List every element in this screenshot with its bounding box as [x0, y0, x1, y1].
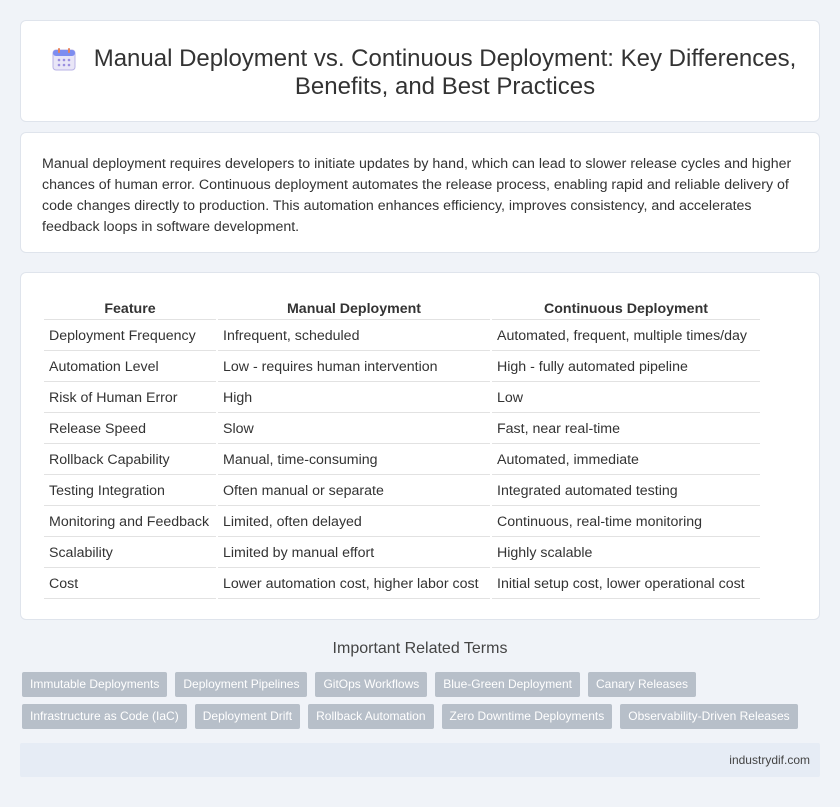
tag-row: Infrastructure as Code (IaC) Deployment …: [22, 704, 822, 729]
footer: industrydif.com: [20, 743, 820, 777]
tag-row: Immutable Deployments Deployment Pipelin…: [22, 672, 822, 697]
table-row: Cost Lower automation cost, higher labor…: [44, 570, 760, 599]
header-continuous: Continuous Deployment: [492, 298, 760, 320]
calendar-icon: [52, 48, 76, 71]
table-row: Scalability Limited by manual effort Hig…: [44, 539, 760, 568]
tag-observability-driven-releases[interactable]: Observability-Driven Releases: [620, 704, 798, 729]
cell-continuous: Automated, immediate: [492, 446, 760, 475]
cell-feature: Risk of Human Error: [44, 384, 216, 413]
tag-immutable-deployments[interactable]: Immutable Deployments: [22, 672, 168, 697]
tag-blue-green-deployment[interactable]: Blue-Green Deployment: [435, 672, 580, 697]
cell-manual: High: [218, 384, 490, 413]
comparison-table-card: Feature Manual Deployment Continuous Dep…: [20, 272, 820, 620]
summary-card: Manual deployment requires developers to…: [20, 132, 820, 253]
cell-feature: Testing Integration: [44, 477, 216, 506]
cell-continuous: High - fully automated pipeline: [492, 353, 760, 382]
table-header-row: Feature Manual Deployment Continuous Dep…: [44, 298, 760, 320]
cell-manual: Infrequent, scheduled: [218, 322, 490, 351]
cell-continuous: Low: [492, 384, 760, 413]
cell-manual: Limited by manual effort: [218, 539, 490, 568]
tag-rollback-automation[interactable]: Rollback Automation: [308, 704, 434, 729]
header-manual: Manual Deployment: [218, 298, 490, 320]
table-row: Risk of Human Error High Low: [44, 384, 760, 413]
tag-deployment-pipelines[interactable]: Deployment Pipelines: [175, 672, 308, 697]
page-title: Manual Deployment vs. Continuous Deploym…: [93, 45, 797, 100]
cell-continuous: Fast, near real-time: [492, 415, 760, 444]
cell-feature: Deployment Frequency: [44, 322, 216, 351]
table-row: Testing Integration Often manual or sepa…: [44, 477, 760, 506]
cell-manual: Low - requires human intervention: [218, 353, 490, 382]
cell-continuous: Continuous, real-time monitoring: [492, 508, 760, 537]
cell-feature: Rollback Capability: [44, 446, 216, 475]
cell-manual: Lower automation cost, higher labor cost: [218, 570, 490, 599]
cell-manual: Manual, time-consuming: [218, 446, 490, 475]
table-row: Monitoring and Feedback Limited, often d…: [44, 508, 760, 537]
related-terms: Immutable Deployments Deployment Pipelin…: [22, 672, 822, 736]
header-card: Manual Deployment vs. Continuous Deploym…: [20, 20, 820, 122]
tag-zero-downtime-deployments[interactable]: Zero Downtime Deployments: [441, 704, 613, 729]
cell-manual: Limited, often delayed: [218, 508, 490, 537]
comparison-table: Feature Manual Deployment Continuous Dep…: [42, 296, 762, 601]
related-terms-title: Important Related Terms: [332, 640, 508, 657]
tag-canary-releases[interactable]: Canary Releases: [587, 672, 697, 697]
tag-infrastructure-as-code[interactable]: Infrastructure as Code (IaC): [22, 704, 187, 729]
table-row: Release Speed Slow Fast, near real-time: [44, 415, 760, 444]
tag-gitops-workflows[interactable]: GitOps Workflows: [315, 672, 428, 697]
table-row: Rollback Capability Manual, time-consumi…: [44, 446, 760, 475]
cell-feature: Automation Level: [44, 353, 216, 382]
tag-deployment-drift[interactable]: Deployment Drift: [194, 704, 301, 729]
header-feature: Feature: [44, 298, 216, 320]
cell-continuous: Automated, frequent, multiple times/day: [492, 322, 760, 351]
summary-text: Manual deployment requires developers to…: [42, 156, 792, 235]
cell-continuous: Initial setup cost, lower operational co…: [492, 570, 760, 599]
cell-manual: Often manual or separate: [218, 477, 490, 506]
cell-feature: Cost: [44, 570, 216, 599]
cell-continuous: Highly scalable: [492, 539, 760, 568]
cell-continuous: Integrated automated testing: [492, 477, 760, 506]
cell-feature: Monitoring and Feedback: [44, 508, 216, 537]
cell-feature: Release Speed: [44, 415, 216, 444]
table-row: Automation Level Low - requires human in…: [44, 353, 760, 382]
cell-manual: Slow: [218, 415, 490, 444]
cell-feature: Scalability: [44, 539, 216, 568]
footer-site[interactable]: industrydif.com: [729, 753, 810, 767]
table-row: Deployment Frequency Infrequent, schedul…: [44, 322, 760, 351]
